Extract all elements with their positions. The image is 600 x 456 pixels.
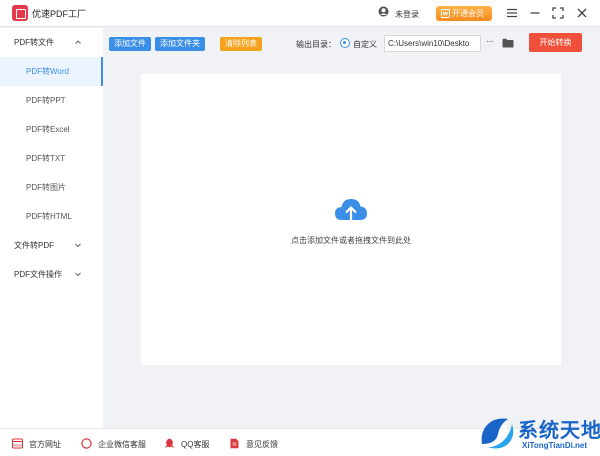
chevron-up-icon — [75, 40, 81, 44]
sidebar-item-pdf-to-ppt[interactable]: PDF转PPT — [0, 86, 103, 115]
drop-zone-hint: 点击添加文件或者拖拽文件到此处 — [291, 236, 411, 245]
vip-button-label: 开通会员 — [452, 9, 484, 18]
sidebar-item-label: PDF转HTML — [26, 212, 72, 221]
wechat-work-icon — [81, 438, 92, 449]
sidebar-group-label: PDF转文件 — [14, 38, 54, 47]
sidebar-item-pdf-to-html[interactable]: PDF转HTML — [0, 202, 103, 231]
sidebar-item-pdf-to-txt[interactable]: PDF转TXT — [0, 144, 103, 173]
feedback-icon — [230, 438, 239, 449]
login-link[interactable]: 未登录 — [395, 9, 419, 20]
footer-item-label: 意见反馈 — [246, 440, 278, 449]
qq-icon — [165, 438, 174, 448]
user-icon[interactable] — [378, 6, 389, 18]
cloud-upload-icon[interactable] — [333, 196, 369, 226]
app-title: 优速PDF工厂 — [32, 9, 87, 19]
minimize-icon[interactable] — [528, 6, 542, 20]
svg-text:www: www — [13, 443, 22, 448]
output-path-field[interactable]: C:\Users\win10\Deskto — [384, 35, 481, 52]
footer-item-label: 企业微信客服 — [98, 440, 146, 449]
custom-dir-radio[interactable] — [340, 38, 350, 48]
app-logo-icon — [12, 5, 28, 21]
sidebar-group-label: PDF文件操作 — [14, 270, 62, 279]
title-bar: 优速PDF工厂 未登录 开通会员 — [0, 0, 600, 27]
chevron-down-icon — [75, 272, 81, 277]
sidebar-group-file-to-pdf[interactable]: 文件转PDF — [0, 231, 103, 260]
sidebar-item-label: PDF转Word — [26, 67, 69, 76]
watermark-logo — [481, 418, 514, 449]
custom-dir-label[interactable]: 自定义 — [353, 39, 377, 50]
menu-icon[interactable] — [505, 6, 519, 20]
sidebar: PDF转文件 PDF转Word PDF转PPT PDF转Excel PDF转TX… — [0, 28, 103, 428]
website-icon: www — [12, 438, 23, 449]
footer-item-label: QQ客服 — [181, 440, 210, 449]
sidebar-group-pdf-to-file[interactable]: PDF转文件 — [0, 28, 103, 57]
output-dir-label: 输出目录： — [296, 40, 336, 49]
chevron-down-icon — [75, 243, 81, 248]
watermark-title: 系统天地 — [518, 420, 600, 442]
footer-item-label: 官方网址 — [29, 440, 61, 449]
sidebar-group-label: 文件转PDF — [14, 241, 54, 250]
folder-icon[interactable] — [502, 38, 514, 48]
sidebar-item-label: PDF转Excel — [26, 125, 70, 134]
add-file-button[interactable]: 添加文件 — [109, 37, 151, 51]
sidebar-item-pdf-to-word[interactable]: PDF转Word — [0, 57, 103, 86]
watermark-url: XiTongTianDi.net — [522, 441, 588, 450]
vip-crown-icon — [441, 9, 450, 18]
clear-list-button[interactable]: 清除列表 — [220, 37, 262, 51]
add-folder-button[interactable]: 添加文件夹 — [155, 37, 205, 51]
sidebar-group-pdf-operations[interactable]: PDF文件操作 — [0, 260, 103, 289]
sidebar-item-label: PDF转PPT — [26, 96, 66, 105]
vip-button[interactable]: 开通会员 — [436, 6, 492, 21]
sidebar-item-label: PDF转TXT — [26, 154, 66, 163]
maximize-icon[interactable] — [551, 6, 565, 20]
close-icon[interactable] — [575, 6, 589, 20]
start-convert-button[interactable]: 开始转换 — [529, 33, 582, 52]
sidebar-item-label: PDF转图片 — [26, 183, 66, 192]
sidebar-item-pdf-to-image[interactable]: PDF转图片 — [0, 173, 103, 202]
browse-more-button[interactable]: ··· — [486, 36, 494, 47]
sidebar-item-pdf-to-excel[interactable]: PDF转Excel — [0, 115, 103, 144]
